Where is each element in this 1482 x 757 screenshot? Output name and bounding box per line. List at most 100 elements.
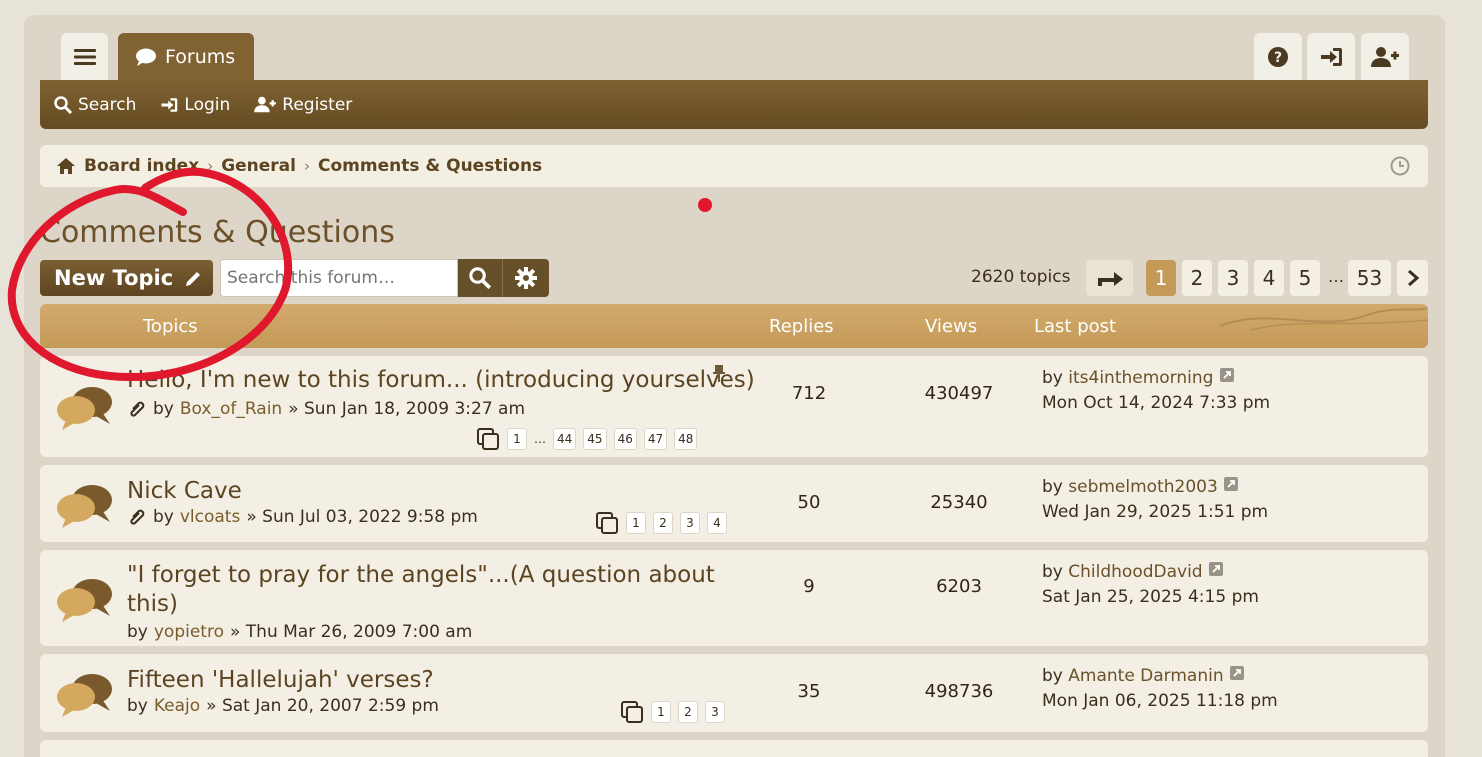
hamburger-menu-button[interactable] (61, 33, 108, 81)
breadcrumb-current[interactable]: Comments & Questions (318, 156, 542, 176)
topic-count: 2620 topics (971, 267, 1071, 287)
goto-post-icon[interactable] (1219, 367, 1235, 383)
topic-page-link[interactable]: 1 (626, 512, 646, 534)
last-post-user-link[interactable]: ChildhoodDavid (1068, 562, 1202, 582)
post-date: » Thu Mar 26, 2009 7:00 am (229, 622, 473, 642)
topic-meta: by Keajo » Sat Jan 20, 2007 2:59 pm (127, 696, 439, 716)
author-link[interactable]: Box_of_Rain (180, 399, 282, 419)
breadcrumb-home[interactable]: Board index (56, 156, 199, 176)
author-link[interactable]: vlcoats (180, 507, 240, 527)
paperclip-icon (130, 401, 145, 417)
pagination-page[interactable]: 2 (1182, 260, 1212, 296)
question-icon: ? (1268, 47, 1288, 67)
register-tab-button[interactable] (1361, 33, 1409, 81)
sign-in-icon (1321, 48, 1342, 66)
pages-icon (621, 701, 643, 723)
pagination-next-button[interactable] (1397, 260, 1428, 296)
table-row[interactable]: Fifteen 'Hallelujah' verses? by Keajo » … (40, 654, 1428, 732)
topic-read-icon (57, 674, 112, 717)
by-label: by (127, 622, 148, 642)
goto-post-icon[interactable] (1208, 561, 1224, 577)
header-replies: Replies (769, 316, 834, 337)
breadcrumb: Board index › General › Comments & Quest… (40, 145, 1428, 187)
last-post-user-link[interactable]: its4inthemorning (1068, 368, 1213, 388)
home-icon (57, 158, 75, 174)
table-row[interactable]: Nick Cave by vlcoats » Sun Jul 03, 2022 … (40, 465, 1428, 542)
nav-register-link[interactable]: Register (254, 95, 352, 115)
pagination-page[interactable]: 3 (1218, 260, 1248, 296)
table-row[interactable]: "I forget to pray for the angels"...(A q… (40, 550, 1428, 646)
menu-icon (73, 49, 96, 65)
topic-meta: by Box_of_Rain » Sun Jan 18, 2009 3:27 a… (127, 399, 525, 419)
by-label: by (1042, 666, 1063, 686)
topic-page-link[interactable]: 1 (651, 701, 671, 723)
faq-button[interactable]: ? (1254, 33, 1302, 81)
topic-title-link[interactable]: Nick Cave (127, 477, 242, 506)
topic-page-link[interactable]: 44 (553, 428, 577, 450)
breadcrumb-separator-icon: › (304, 157, 310, 175)
forum-search-button[interactable] (458, 259, 503, 297)
svg-text:?: ? (1274, 50, 1282, 66)
author-link[interactable]: Keajo (154, 696, 200, 716)
last-post-date: Mon Jan 06, 2025 11:18 pm (1042, 691, 1278, 711)
new-topic-button[interactable]: New Topic (40, 260, 213, 296)
clock-icon (1390, 156, 1410, 176)
replies-count: 35 (797, 681, 821, 702)
topic-pagination: 1 2 3 (620, 700, 725, 724)
page-title: Comments & Questions (40, 215, 395, 250)
nav-login-link[interactable]: Login (160, 95, 230, 115)
jump-to-page-button[interactable] (1086, 260, 1133, 296)
pagination-page[interactable]: 5 (1290, 260, 1320, 296)
topic-page-link[interactable]: 48 (674, 428, 698, 450)
advanced-search-button[interactable] (503, 259, 549, 297)
last-post-date: Wed Jan 29, 2025 1:51 pm (1042, 502, 1269, 522)
tab-forums[interactable]: Forums (118, 33, 254, 81)
topic-page-link[interactable]: 3 (705, 701, 725, 723)
user-plus-icon (254, 96, 277, 113)
last-post-user-link[interactable]: Amante Darmanin (1068, 666, 1223, 686)
topic-page-link[interactable]: 2 (678, 701, 698, 723)
topic-title-link[interactable]: Fifteen 'Hallelujah' verses? (127, 666, 434, 695)
topic-page-link[interactable]: 46 (613, 428, 637, 450)
topic-title-line: this) (127, 591, 178, 617)
author-link[interactable]: yopietro (154, 622, 224, 642)
pagination-page[interactable]: 4 (1254, 260, 1284, 296)
post-date: » Sun Jul 03, 2022 9:58 pm (246, 507, 478, 527)
by-label: by (1042, 368, 1063, 388)
replies-count: 712 (791, 383, 827, 404)
topic-meta: by vlcoats » Sun Jul 03, 2022 9:58 pm (127, 507, 478, 527)
by-label: by (153, 507, 174, 527)
breadcrumb-general[interactable]: General (221, 156, 296, 176)
login-tab-button[interactable] (1307, 33, 1355, 81)
topic-page-link[interactable]: 2 (653, 512, 673, 534)
forum-search-input[interactable] (220, 259, 458, 297)
table-row[interactable] (40, 740, 1428, 757)
pin-icon (713, 365, 725, 382)
views-count: 498736 (924, 681, 994, 702)
header-views: Views (925, 316, 978, 337)
table-row[interactable]: Hello, I'm new to this forum... (introdu… (40, 356, 1428, 457)
topic-page-link[interactable]: 3 (680, 512, 700, 534)
last-post-user-link[interactable]: sebmelmoth2003 (1068, 477, 1218, 497)
topic-page-link[interactable]: 4 (707, 512, 727, 534)
topic-page-link[interactable]: 45 (583, 428, 607, 450)
annotation-dot (698, 198, 712, 212)
topic-page-link[interactable]: 47 (643, 428, 668, 450)
level-up-arrow-icon (1097, 272, 1123, 286)
nav-search-link[interactable]: Search (54, 95, 136, 115)
by-label: by (1042, 562, 1063, 582)
pagination-page[interactable]: 1 (1146, 260, 1176, 296)
breadcrumb-home-label: Board index (84, 156, 200, 176)
pagination-page[interactable]: 53 (1348, 260, 1391, 296)
replies-count: 50 (797, 492, 821, 513)
views-count: 6203 (936, 576, 982, 597)
swirl-decoration (1219, 307, 1428, 331)
topic-title-link[interactable]: Hello, I'm new to this forum... (introdu… (127, 366, 755, 395)
by-label: by (153, 399, 174, 419)
header-last-post: Last post (1034, 316, 1117, 337)
topic-title-line: "I forget to pray for the angels"...(A q… (127, 562, 715, 588)
topic-page-link[interactable]: 1 (507, 428, 527, 450)
goto-post-icon[interactable] (1223, 476, 1239, 492)
goto-post-icon[interactable] (1229, 665, 1245, 681)
topic-title-link[interactable]: "I forget to pray for the angels"...(A q… (127, 561, 715, 619)
